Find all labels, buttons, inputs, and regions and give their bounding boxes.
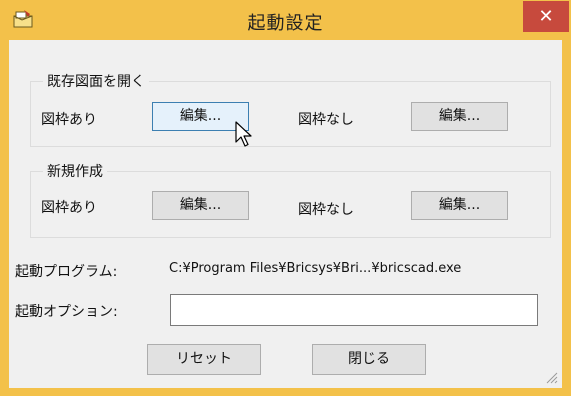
existing-with-frame-edit-label: 編集...	[179, 108, 222, 124]
open-existing-group-label: 既存図面を開く	[43, 71, 149, 91]
resize-grip-icon[interactable]	[546, 372, 558, 384]
title-bar[interactable]: 起動設定 ✕	[0, 0, 571, 40]
mouse-pointer-icon	[235, 121, 252, 147]
close-window-button[interactable]: ✕	[523, 1, 569, 32]
startup-program-path: C:¥Program Files¥Bricsys¥Bri...¥bricscad…	[169, 261, 462, 276]
new-with-frame-edit-button[interactable]: 編集...	[152, 191, 249, 220]
startup-options-label: 起動オプション:	[15, 304, 118, 320]
window-title: 起動設定	[247, 13, 324, 34]
new-without-frame-edit-label: 編集...	[438, 197, 481, 213]
reset-button[interactable]: リセット	[147, 344, 261, 375]
close-icon: ✕	[538, 6, 554, 27]
new-drawing-group-label: 新規作成	[43, 161, 107, 181]
startup-options-input[interactable]	[170, 294, 538, 326]
dialog-body: 既存図面を開く 図枠あり 編集... 図枠なし 編集... 新規作成 図枠あり …	[9, 40, 562, 388]
reset-button-label: リセット	[176, 351, 232, 367]
new-with-frame-label: 図枠あり	[41, 200, 97, 216]
startup-settings-window: 起動設定 ✕ 既存図面を開く 図枠あり 編集... 図枠なし 編集... 新規作…	[0, 0, 571, 396]
new-with-frame-edit-label: 編集...	[179, 197, 222, 213]
close-button-label: 閉じる	[348, 351, 390, 367]
startup-program-label: 起動プログラム:	[15, 264, 118, 280]
existing-with-frame-label: 図枠あり	[41, 112, 97, 128]
existing-without-frame-edit-button[interactable]: 編集...	[411, 102, 508, 131]
new-without-frame-label: 図枠なし	[298, 202, 354, 218]
existing-without-frame-label: 図枠なし	[298, 112, 354, 128]
close-button[interactable]: 閉じる	[312, 344, 426, 375]
existing-without-frame-edit-label: 編集...	[438, 108, 481, 124]
new-without-frame-edit-button[interactable]: 編集...	[411, 191, 508, 220]
